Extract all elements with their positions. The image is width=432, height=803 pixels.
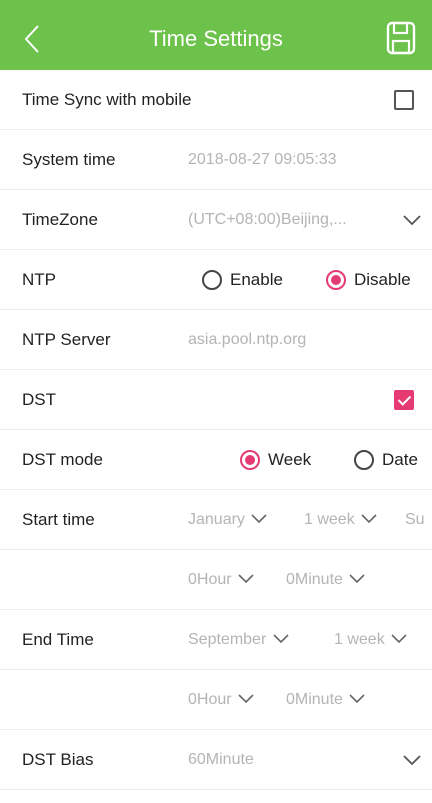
dst-mode-week-radio[interactable]: Week [240,449,312,470]
ntp-server-value[interactable]: asia.pool.ntp.org [188,331,306,349]
dst-label: DST [22,389,56,409]
row-start-time: Start time January 1 week Su [0,490,432,550]
end-minute-select[interactable]: 0Minute [286,691,365,709]
end-hour-select[interactable]: 0Hour [188,691,254,709]
system-time-label: System time [22,149,116,169]
ntp-disable-label: Disable [354,269,411,289]
timezone-value[interactable]: (UTC+08:00)Beijing,... [188,211,347,229]
system-time-value[interactable]: 2018-08-27 09:05:33 [188,151,337,169]
ntp-enable-label: Enable [230,269,283,289]
chevron-down-icon [349,694,365,704]
dst-mode-label: DST mode [22,449,103,469]
dst-checkbox[interactable] [394,389,414,410]
dst-mode-date-label: Date [382,449,418,469]
chevron-down-icon[interactable] [402,214,422,226]
ntp-label: NTP [22,269,56,289]
radio-on-icon [240,449,260,470]
end-minute-value: 0Minute [286,690,343,708]
start-minute-value: 0Minute [286,570,343,588]
time-sync-checkbox[interactable] [394,89,414,110]
ntp-disable-radio[interactable]: Disable [326,269,411,290]
floppy-disk-icon [386,21,416,55]
start-day-select[interactable]: Su [405,511,425,529]
start-month-select[interactable]: January [188,511,267,529]
dst-bias-label: DST Bias [22,749,94,769]
end-hour-value: 0Hour [188,690,232,708]
start-hour-select[interactable]: 0Hour [188,571,254,589]
end-time-label: End Time [22,629,94,649]
ntp-enable-radio[interactable]: Enable [202,269,283,290]
row-dst-mode: DST mode Week Date [0,430,432,490]
chevron-down-icon [349,574,365,584]
row-start-time-clock: 0Hour 0Minute [0,550,432,610]
row-dst-bias: DST Bias 60Minute [0,730,432,790]
chevron-down-icon [273,634,289,644]
row-end-time-clock: 0Hour 0Minute [0,670,432,730]
radio-on-icon [326,269,346,290]
chevron-down-icon [391,634,407,644]
row-time-sync: Time Sync with mobile [0,70,432,130]
start-hour-value: 0Hour [188,570,232,588]
dst-mode-date-radio[interactable]: Date [354,449,418,470]
start-week-select[interactable]: 1 week [304,511,377,529]
row-dst: DST [0,370,432,430]
start-month-value: January [188,510,245,528]
end-month-select[interactable]: September [188,631,289,649]
title-bar: Time Settings [0,0,432,78]
row-end-time: End Time September 1 week [0,610,432,670]
chevron-down-icon[interactable] [402,754,422,766]
row-system-time: System time 2018-08-27 09:05:33 [0,130,432,190]
end-week-value: 1 week [334,630,385,648]
chevron-down-icon [238,574,254,584]
row-timezone: TimeZone (UTC+08:00)Beijing,... [0,190,432,250]
row-ntp: NTP Enable Disable [0,250,432,310]
radio-off-icon [354,449,374,470]
radio-off-icon [202,269,222,290]
start-time-label: Start time [22,509,95,529]
chevron-down-icon [251,514,267,524]
end-week-select[interactable]: 1 week [334,631,407,649]
chevron-down-icon [361,514,377,524]
time-sync-label: Time Sync with mobile [22,89,192,109]
chevron-left-icon [24,25,39,53]
chevron-down-icon [238,694,254,704]
back-button[interactable] [18,20,46,58]
dst-bias-value[interactable]: 60Minute [188,751,254,769]
timezone-label: TimeZone [22,209,98,229]
ntp-server-label: NTP Server [22,329,111,349]
start-minute-select[interactable]: 0Minute [286,571,365,589]
end-month-value: September [188,630,267,648]
dst-mode-week-label: Week [268,449,312,469]
page-title: Time Settings [149,26,283,51]
save-button[interactable] [384,18,418,58]
row-ntp-server: NTP Server asia.pool.ntp.org [0,310,432,370]
start-week-value: 1 week [304,510,355,528]
